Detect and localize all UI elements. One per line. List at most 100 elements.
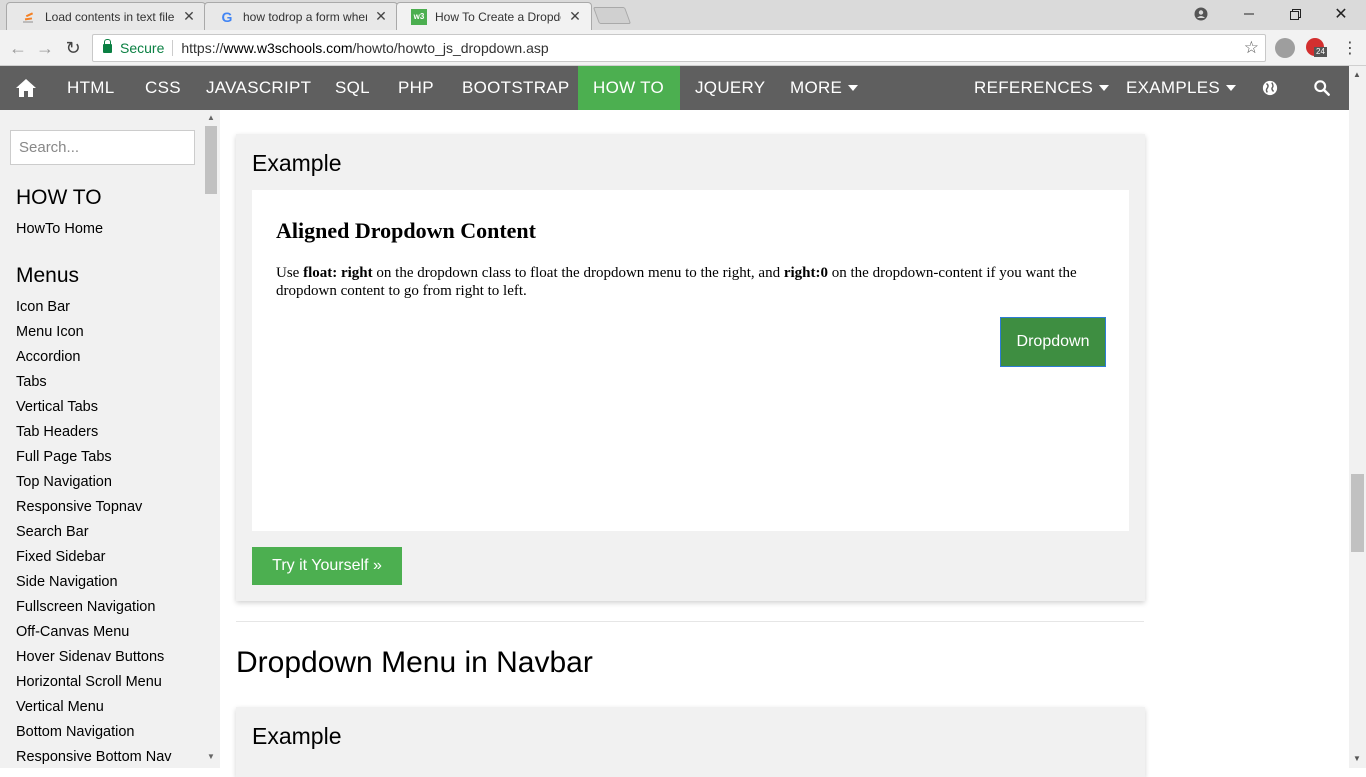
close-icon[interactable]: ✕ bbox=[181, 8, 197, 25]
demo-title: Aligned Dropdown Content bbox=[276, 218, 536, 243]
scroll-down-icon[interactable]: ▼ bbox=[1353, 754, 1361, 763]
demo-code: float: right bbox=[303, 265, 373, 281]
sidebar-item[interactable]: Fixed Sidebar bbox=[16, 549, 105, 565]
minimize-icon[interactable] bbox=[1226, 0, 1272, 28]
sidebar: Search... HOW TO HowTo Home Menus Icon B… bbox=[0, 110, 220, 768]
sidebar-item[interactable]: Bottom Navigation bbox=[16, 724, 134, 740]
nav-more-label: MORE bbox=[790, 78, 843, 97]
nav-bootstrap[interactable]: BOOTSTRAP bbox=[447, 66, 585, 110]
page-scrollbar-thumb[interactable] bbox=[1351, 474, 1364, 552]
sidebar-item[interactable]: Top Navigation bbox=[16, 474, 112, 490]
secure-label: Secure bbox=[120, 40, 165, 56]
w3schools-icon: w3 bbox=[411, 8, 427, 25]
restore-icon[interactable] bbox=[1272, 0, 1318, 28]
nav-html[interactable]: HTML bbox=[52, 66, 129, 110]
demo-frame: Aligned Dropdown Content Use float: righ… bbox=[252, 190, 1129, 531]
sidebar-item[interactable]: Responsive Bottom Nav bbox=[16, 749, 172, 765]
url-path: /howto/howto_js_dropdown.asp bbox=[352, 40, 549, 56]
reload-icon[interactable]: ↻ bbox=[61, 36, 85, 60]
nav-sql[interactable]: SQL bbox=[320, 66, 385, 110]
nav-references-label: REFERENCES bbox=[974, 78, 1094, 97]
scroll-up-icon[interactable]: ▲ bbox=[1353, 70, 1361, 79]
example-box: Example Aligned Dropdown Content Use flo… bbox=[236, 134, 1145, 601]
nav-examples[interactable]: EXAMPLES bbox=[1111, 66, 1251, 110]
sidebar-item[interactable]: Responsive Topnav bbox=[16, 499, 142, 515]
example-box-2: Example bbox=[236, 707, 1145, 777]
scroll-down-icon[interactable]: ▼ bbox=[207, 752, 215, 761]
sidebar-item[interactable]: Search Bar bbox=[16, 524, 89, 540]
sidebar-item[interactable]: Icon Bar bbox=[16, 299, 70, 315]
example-heading: Example bbox=[252, 150, 342, 176]
dropdown-button[interactable]: Dropdown bbox=[1000, 317, 1106, 367]
sidebar-scrollbar[interactable] bbox=[205, 110, 218, 768]
caret-down-icon bbox=[1099, 85, 1110, 91]
sidebar-item[interactable]: Tabs bbox=[16, 374, 47, 390]
sidebar-item[interactable]: Full Page Tabs bbox=[16, 449, 112, 465]
extension-badge: 24 bbox=[1314, 47, 1327, 57]
sidebar-item[interactable]: Tab Headers bbox=[16, 424, 98, 440]
try-it-yourself-button[interactable]: Try it Yourself » bbox=[252, 547, 402, 585]
tab-title: how todrop a form when bbox=[243, 9, 367, 24]
nav-css[interactable]: CSS bbox=[130, 66, 196, 110]
browser-tab-2[interactable]: G how todrop a form when ✕ bbox=[204, 2, 398, 30]
sidebar-item[interactable]: Horizontal Scroll Menu bbox=[16, 674, 162, 690]
nav-examples-label: EXAMPLES bbox=[1126, 78, 1221, 97]
forward-icon[interactable]: → bbox=[33, 36, 57, 60]
close-icon[interactable]: ✕ bbox=[567, 8, 583, 25]
bookmark-star-icon[interactable]: ☆ bbox=[1244, 38, 1259, 58]
demo-code: right:0 bbox=[783, 265, 829, 281]
sidebar-heading-howto: HOW TO bbox=[16, 186, 102, 209]
window-close-icon[interactable]: ✕ bbox=[1318, 0, 1364, 28]
sidebar-item[interactable]: Accordion bbox=[16, 349, 80, 365]
sidebar-search-input[interactable]: Search... bbox=[10, 130, 195, 165]
example-heading: Example bbox=[252, 723, 342, 749]
nav-javascript[interactable]: JAVASCRIPT bbox=[191, 66, 326, 110]
search-icon[interactable] bbox=[1299, 66, 1345, 110]
back-icon[interactable]: ← bbox=[6, 36, 30, 60]
sidebar-item[interactable]: Vertical Menu bbox=[16, 699, 104, 715]
address-bar[interactable]: Secure https://www.w3schools.com/howto/h… bbox=[92, 34, 1266, 62]
browser-tabstrip: Load contents in text file ✕ G how todro… bbox=[0, 0, 1366, 30]
sidebar-item[interactable]: Fullscreen Navigation bbox=[16, 599, 155, 615]
close-icon[interactable]: ✕ bbox=[373, 8, 389, 25]
sidebar-item[interactable]: Vertical Tabs bbox=[16, 399, 98, 415]
nav-howto[interactable]: HOW TO bbox=[578, 66, 680, 110]
url-scheme: https:// bbox=[181, 40, 224, 56]
nav-references[interactable]: REFERENCES bbox=[959, 66, 1124, 110]
nav-php[interactable]: PHP bbox=[383, 66, 449, 110]
page-scrollbar[interactable] bbox=[1349, 66, 1366, 768]
sidebar-item[interactable]: Off-Canvas Menu bbox=[16, 624, 129, 640]
sidebar-item-howto-home[interactable]: HowTo Home bbox=[16, 221, 103, 237]
opera-extension-icon[interactable]: 24 bbox=[1306, 38, 1327, 57]
url-text: https://www.w3schools.com/howto/howto_js… bbox=[181, 40, 548, 56]
section-divider bbox=[236, 621, 1144, 622]
home-icon[interactable] bbox=[0, 66, 52, 110]
tab-title: How To Create a Dropdo bbox=[435, 9, 561, 24]
stackoverflow-icon bbox=[21, 9, 37, 25]
extension-icon[interactable] bbox=[1275, 38, 1295, 58]
url-host: www.w3schools.com bbox=[223, 40, 353, 56]
menu-kebab-icon[interactable]: ⋮ bbox=[1338, 36, 1362, 60]
site-navbar: HTML CSS JAVASCRIPT SQL PHP BOOTSTRAP HO… bbox=[0, 66, 1366, 110]
tab-title: Load contents in text file bbox=[45, 9, 175, 24]
demo-text: on the dropdown class to float the dropd… bbox=[372, 265, 784, 281]
sidebar-item[interactable]: Side Navigation bbox=[16, 574, 118, 590]
browser-tab-1[interactable]: Load contents in text file ✕ bbox=[6, 2, 206, 30]
sidebar-item[interactable]: Menu Icon bbox=[16, 324, 84, 340]
lock-icon bbox=[103, 38, 112, 53]
account-icon[interactable] bbox=[1178, 0, 1224, 28]
new-tab-button[interactable] bbox=[592, 7, 632, 24]
browser-tab-3[interactable]: w3 How To Create a Dropdo ✕ bbox=[396, 2, 592, 30]
globe-icon[interactable] bbox=[1247, 66, 1293, 110]
sidebar-item[interactable]: Hover Sidenav Buttons bbox=[16, 649, 164, 665]
browser-toolbar: ← → ↻ Secure https://www.w3schools.com/h… bbox=[0, 30, 1366, 66]
google-icon: G bbox=[221, 8, 233, 25]
sidebar-scrollbar-thumb[interactable] bbox=[205, 126, 217, 194]
scroll-up-icon[interactable]: ▲ bbox=[207, 113, 215, 122]
nav-more[interactable]: MORE bbox=[775, 66, 873, 110]
section-heading: Dropdown Menu in Navbar bbox=[236, 646, 593, 679]
caret-down-icon bbox=[1226, 85, 1237, 91]
demo-text: Use bbox=[276, 265, 304, 281]
nav-jquery[interactable]: JQUERY bbox=[680, 66, 780, 110]
divider bbox=[172, 40, 174, 56]
